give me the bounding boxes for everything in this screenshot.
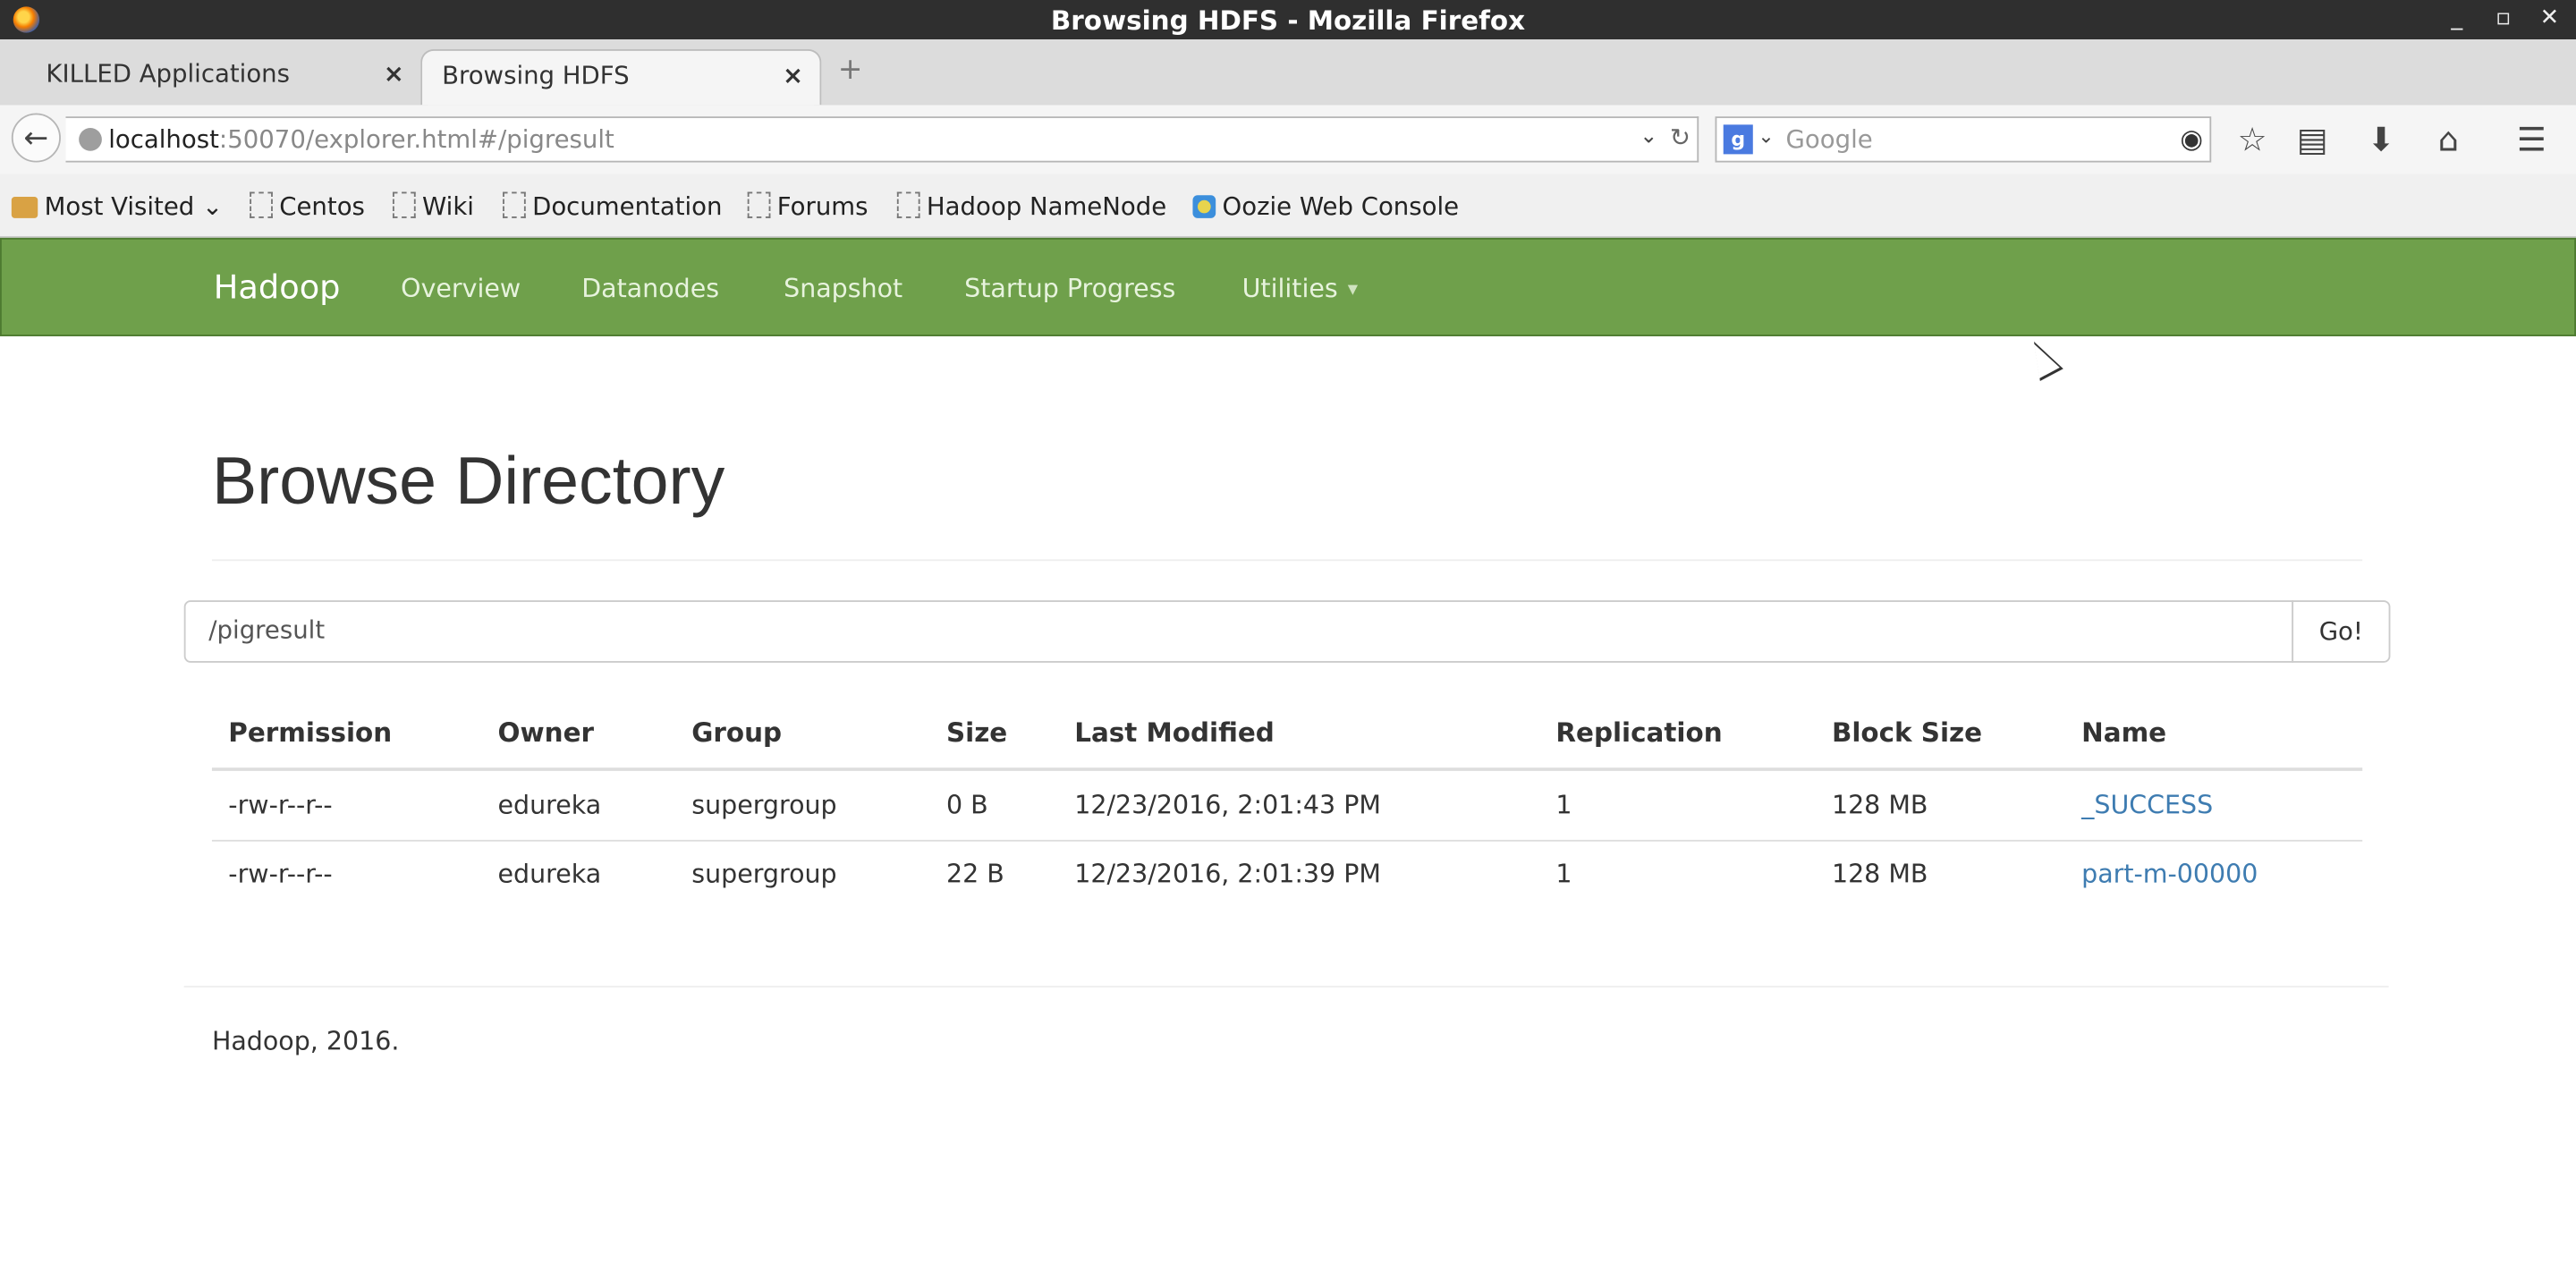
binoculars-icon[interactable]: ◉ <box>2180 123 2203 155</box>
hadoop-navbar: Hadoop Overview Datanodes Snapshot Start… <box>0 237 2576 336</box>
cell-last-modified: 12/23/2016, 2:01:39 PM <box>1074 859 1381 889</box>
url-text: localhost:50070/explorer.html#/pigresult <box>108 124 614 155</box>
bookmark-documentation[interactable]: Documentation <box>503 191 723 222</box>
search-bar[interactable]: g ⌄ Google ◉ <box>1715 116 2212 163</box>
column-header-permission[interactable]: Permission <box>228 716 392 748</box>
minimize-button[interactable]: _ <box>2451 5 2462 31</box>
nav-startup-progress[interactable]: Startup Progress <box>964 274 1175 303</box>
hadoop-brand-link[interactable]: Hadoop <box>214 267 341 307</box>
bookmark-icon <box>896 191 920 218</box>
cell-size: 0 B <box>945 790 988 820</box>
cell-size: 22 B <box>945 859 1004 889</box>
close-window-button[interactable]: ✕ <box>2540 5 2560 31</box>
bookmark-hadoop-namenode[interactable]: Hadoop NameNode <box>896 191 1166 222</box>
column-header-block-size[interactable]: Block Size <box>1832 716 1982 748</box>
tab-browsing-hdfs[interactable]: Browsing HDFS × <box>420 49 822 106</box>
browser-window: Browsing HDFS - Mozilla Firefox _ ▫ ✕ KI… <box>0 0 2576 1263</box>
downloads-icon[interactable]: ⬇ <box>2368 120 2395 159</box>
bookmark-icon <box>250 191 273 218</box>
cell-last-modified: 12/23/2016, 2:01:43 PM <box>1074 790 1381 820</box>
search-engine-icon[interactable]: g <box>1723 124 1753 155</box>
bookmark-centos[interactable]: Centos <box>250 191 365 222</box>
cell-block-size: 128 MB <box>1831 790 1928 820</box>
page-title: Browse Directory <box>211 443 725 519</box>
close-tab-icon[interactable]: × <box>783 61 803 90</box>
home-icon[interactable]: ⌂ <box>2438 120 2459 159</box>
column-header-owner[interactable]: Owner <box>498 716 594 748</box>
cell-owner: edureka <box>497 790 602 820</box>
nav-snapshot[interactable]: Snapshot <box>784 274 902 303</box>
column-header-group[interactable]: Group <box>691 716 782 748</box>
column-header-last-modified[interactable]: Last Modified <box>1074 716 1275 748</box>
folder-icon <box>11 197 38 218</box>
column-header-name[interactable]: Name <box>2081 716 2166 748</box>
cell-permission: -rw-r--r-- <box>228 790 333 820</box>
reading-list-icon[interactable]: ▤ <box>2297 120 2328 159</box>
site-identity-icon[interactable] <box>79 128 102 151</box>
divider <box>211 559 2363 562</box>
file-link-success[interactable]: _SUCCESS <box>2081 791 2213 820</box>
nav-datanodes[interactable]: Datanodes <box>581 274 719 303</box>
nav-utilities[interactable]: Utilities ▼ <box>1242 274 1358 303</box>
cell-replication: 1 <box>1555 790 1572 820</box>
go-button[interactable]: Go! <box>2292 600 2391 663</box>
column-header-replication[interactable]: Replication <box>1555 716 1722 748</box>
title-bar: Browsing HDFS - Mozilla Firefox _ ▫ ✕ <box>0 0 2576 40</box>
bookmark-most-visited[interactable]: Most Visited ⌄ <box>11 191 224 222</box>
bookmark-icon <box>503 191 526 218</box>
header-divider <box>211 767 2363 771</box>
directory-path-input[interactable]: /pigresult <box>183 600 2294 663</box>
cell-replication: 1 <box>1555 859 1572 889</box>
back-arrow-icon: ← <box>23 121 49 157</box>
tab-strip: KILLED Applications × Browsing HDFS × <box>0 39 2576 107</box>
menu-hamburger-icon[interactable]: ☰ <box>2517 120 2546 159</box>
url-history-dropdown-icon[interactable]: ⌄ <box>1640 124 1657 149</box>
reload-icon[interactable]: ↻ <box>1670 123 1690 153</box>
cell-owner: edureka <box>497 859 602 889</box>
back-button[interactable]: ← <box>11 113 61 163</box>
footer-text: Hadoop, 2016. <box>211 1026 400 1056</box>
cell-group: supergroup <box>691 859 837 889</box>
cell-permission: -rw-r--r-- <box>228 859 333 889</box>
window-title: Browsing HDFS - Mozilla Firefox <box>1050 4 1526 37</box>
cell-group: supergroup <box>691 790 837 820</box>
footer-divider <box>183 986 2389 988</box>
cell-block-size: 128 MB <box>1831 859 1928 889</box>
column-header-size[interactable]: Size <box>946 716 1007 748</box>
nav-overview[interactable]: Overview <box>401 274 521 303</box>
search-placeholder: Google <box>1785 124 1873 155</box>
maximize-button[interactable]: ▫ <box>2496 5 2511 31</box>
directory-path-value: /pigresult <box>208 615 326 645</box>
bookmarks-toolbar: Most Visited ⌄ Centos Wiki Documentation… <box>0 174 2576 238</box>
chevron-down-icon: ⌄ <box>194 191 224 222</box>
bookmark-icon <box>392 191 416 218</box>
search-engine-dropdown-icon[interactable]: ⌄ <box>1758 124 1774 148</box>
tab-killed-applications[interactable]: KILLED Applications × <box>6 49 420 105</box>
bookmark-icon <box>747 191 771 218</box>
caret-down-icon: ▼ <box>1347 282 1359 297</box>
close-tab-icon[interactable]: × <box>384 59 404 89</box>
file-link-part-m-00000[interactable]: part-m-00000 <box>2081 860 2258 889</box>
tab-label: Browsing HDFS <box>442 60 630 90</box>
url-bar[interactable]: localhost:50070/explorer.html#/pigresult… <box>65 116 1699 163</box>
tab-label: KILLED Applications <box>46 59 291 89</box>
navigation-toolbar: ← localhost:50070/explorer.html#/pigresu… <box>0 105 2576 174</box>
oozie-icon <box>1192 195 1216 218</box>
bookmark-forums[interactable]: Forums <box>747 191 868 222</box>
new-tab-button[interactable]: + <box>838 53 863 88</box>
bookmark-wiki[interactable]: Wiki <box>392 191 474 222</box>
bookmark-star-icon[interactable]: ☆ <box>2238 120 2267 159</box>
row-divider <box>211 839 2363 842</box>
bookmark-oozie-web-console[interactable]: Oozie Web Console <box>1192 192 1459 222</box>
